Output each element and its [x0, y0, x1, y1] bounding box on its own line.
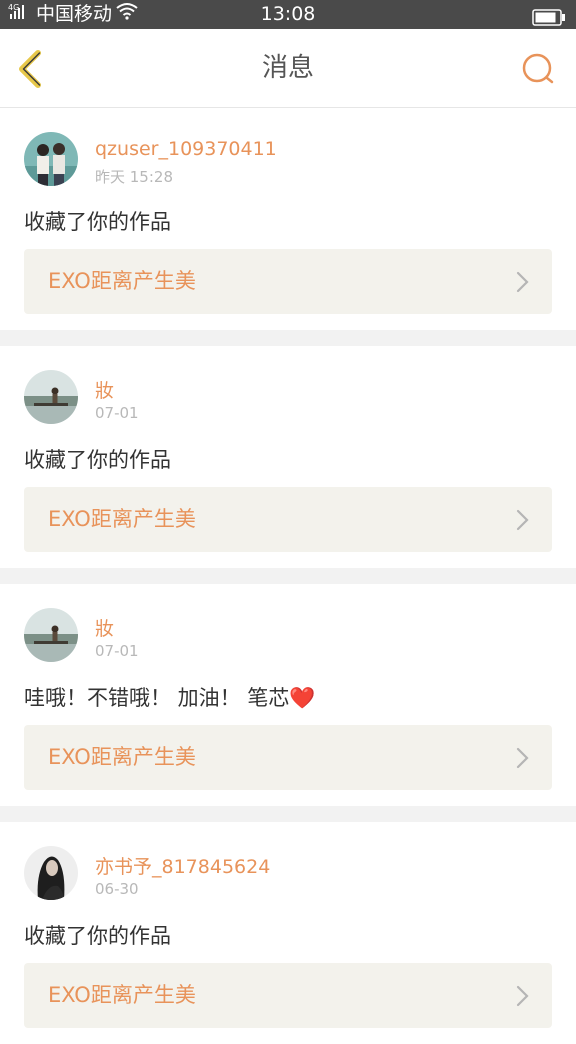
- dark-portrait-avatar: [24, 846, 78, 900]
- lake-photo-avatar: [24, 370, 78, 424]
- chevron-right-icon: [516, 271, 529, 293]
- message-card: 妝 07-01 哇哦！不错哦！ 加油！ 笔芯❤️ EXO距离产生美: [0, 584, 576, 806]
- username[interactable]: 妝: [95, 376, 114, 403]
- timestamp: 07-01: [95, 642, 139, 660]
- status-time: 13:08: [260, 3, 316, 25]
- username[interactable]: 妝: [95, 614, 114, 641]
- work-link[interactable]: EXO距离产生美: [24, 249, 552, 314]
- message-content: 收藏了你的作品: [24, 924, 171, 948]
- work-link[interactable]: EXO距离产生美: [24, 725, 552, 790]
- timestamp: 昨天 15:28: [95, 168, 173, 186]
- timestamp: 06-30: [95, 880, 139, 898]
- message-card: 亦书予_817845624 06-30 收藏了你的作品 EXO距离产生美: [0, 822, 576, 1044]
- work-link[interactable]: EXO距离产生美: [24, 963, 552, 1028]
- divider: [0, 806, 576, 822]
- timestamp: 07-01: [95, 404, 139, 422]
- message-content: 收藏了你的作品: [24, 448, 171, 472]
- divider: [0, 568, 576, 584]
- avatar[interactable]: [24, 132, 78, 186]
- work-title: EXO距离产生美: [48, 507, 196, 531]
- chevron-right-icon: [516, 985, 529, 1007]
- search-button[interactable]: [520, 51, 556, 87]
- username[interactable]: 亦书予_817845624: [95, 852, 270, 879]
- search-icon: [522, 53, 554, 84]
- work-link[interactable]: EXO距离产生美: [24, 487, 552, 552]
- username[interactable]: qzuser_109370411: [95, 138, 277, 160]
- work-title: EXO距离产生美: [48, 983, 196, 1007]
- couple-photo-avatar: [24, 132, 78, 186]
- chevron-right-icon: [516, 747, 529, 769]
- status-bar: 4G 中国移动 13:08: [0, 0, 576, 29]
- work-title: EXO距离产生美: [48, 745, 196, 769]
- message-content: 收藏了你的作品: [24, 210, 171, 234]
- work-title: EXO距离产生美: [48, 269, 196, 293]
- avatar[interactable]: [24, 370, 78, 424]
- page-title: 消息: [261, 53, 314, 83]
- message-card: qzuser_109370411 昨天 15:28 收藏了你的作品 EXO距离产…: [0, 108, 576, 330]
- message-content: 哇哦！不错哦！ 加油！ 笔芯❤️: [24, 686, 316, 710]
- lake-photo-avatar: [24, 608, 78, 662]
- header: 消息: [0, 29, 576, 108]
- divider: [0, 330, 576, 346]
- chevron-right-icon: [516, 509, 529, 531]
- message-list: qzuser_109370411 昨天 15:28 收藏了你的作品 EXO距离产…: [0, 108, 576, 1044]
- avatar[interactable]: [24, 846, 78, 900]
- avatar[interactable]: [24, 608, 78, 662]
- message-card: 妝 07-01 收藏了你的作品 EXO距离产生美: [0, 346, 576, 568]
